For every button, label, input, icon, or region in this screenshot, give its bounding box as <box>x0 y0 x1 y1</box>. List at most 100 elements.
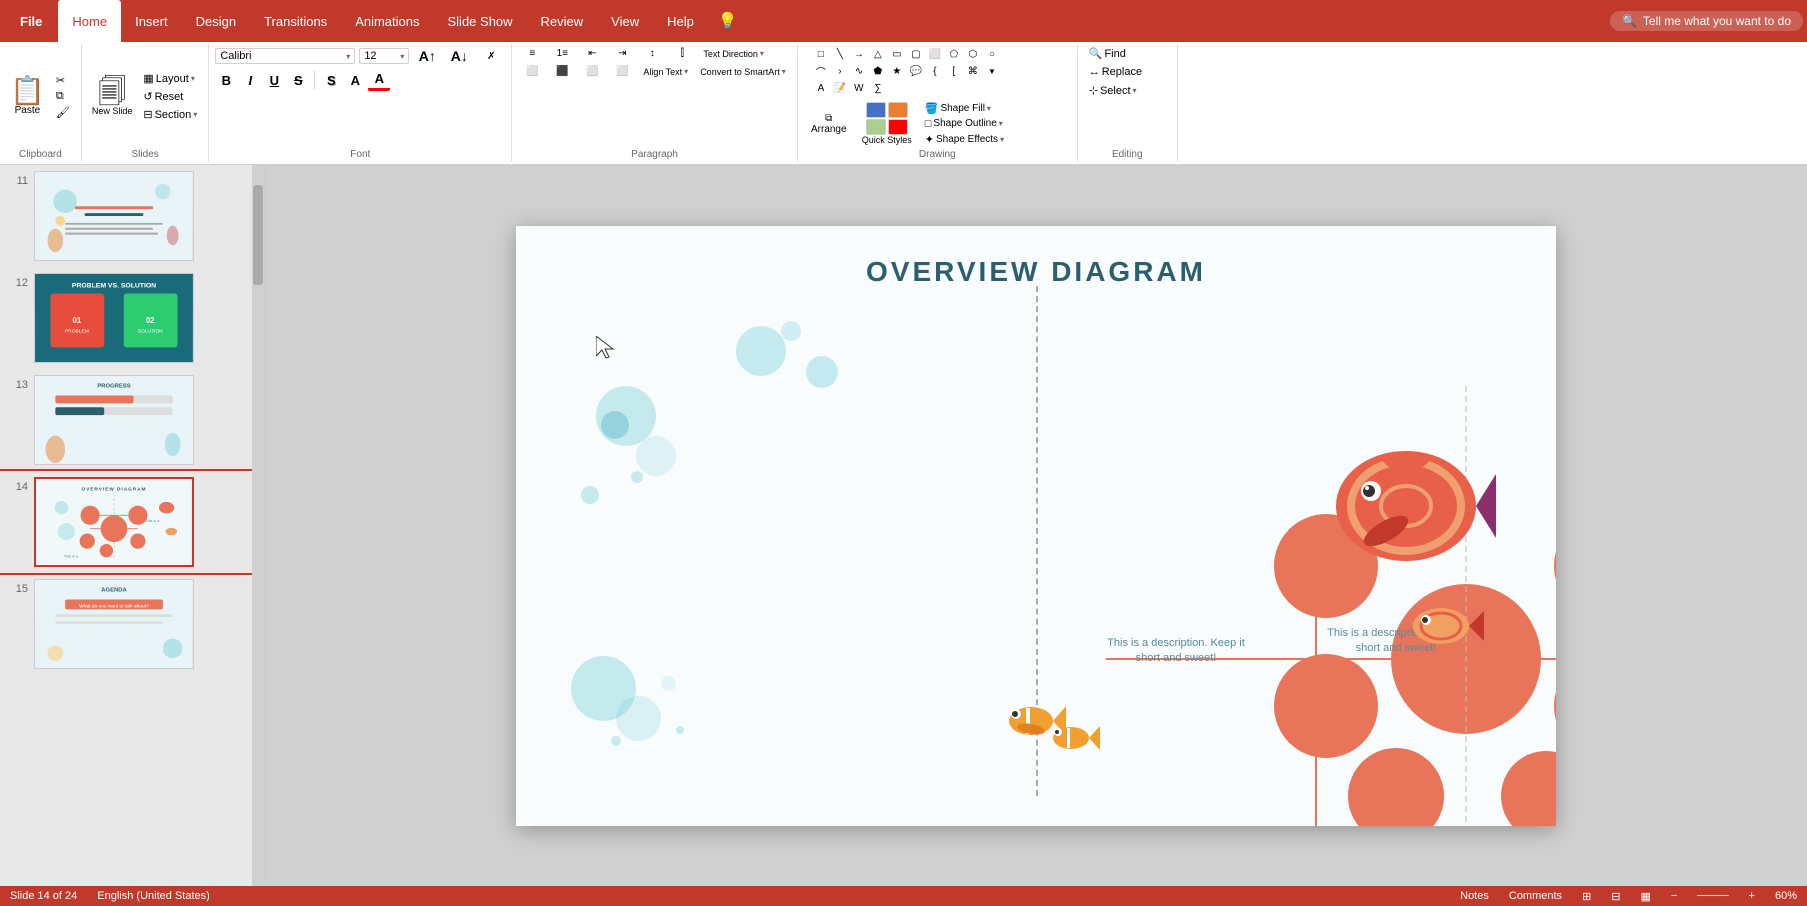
shape-round-rect[interactable]: ▢ <box>907 46 925 62</box>
shape-star5[interactable]: ★ <box>888 63 906 79</box>
tab-transitions[interactable]: Transitions <box>250 0 341 42</box>
view-reading-icon[interactable]: ▦ <box>1641 890 1651 903</box>
notes-button[interactable]: Notes <box>1460 890 1489 902</box>
svg-text:What do you want to talk about: What do you want to talk about? <box>79 603 149 609</box>
tab-file[interactable]: File <box>4 0 58 42</box>
font-size-select[interactable]: 12 ▾ <box>359 48 409 64</box>
shape-line[interactable]: ╲ <box>831 46 849 62</box>
format-painter-button[interactable]: 🖌 <box>51 105 75 120</box>
justify-button[interactable]: ⬜ <box>608 64 636 79</box>
font-size-dropdown: ▾ <box>400 52 404 61</box>
font-size-value: 12 <box>364 50 376 62</box>
line-spacing-button[interactable]: ↕ <box>638 46 666 61</box>
zoom-out-icon[interactable]: − <box>1671 890 1677 902</box>
slide-item-12[interactable]: 12 PROBLEM VS. SOLUTION 01 02 PROBLEM SO… <box>0 267 264 369</box>
text-shadow-button[interactable]: S <box>320 69 342 91</box>
view-slider-icon[interactable]: ⊟ <box>1611 890 1620 903</box>
reset-button[interactable]: ↺ Reset <box>138 89 202 104</box>
text-direction-button[interactable]: Text Direction ▾ <box>698 48 769 60</box>
shape-effects-icon: ✦ <box>925 133 934 146</box>
align-right-button[interactable]: ⬜ <box>578 64 606 79</box>
replace-button[interactable]: ↔ Replace <box>1084 65 1147 79</box>
tell-me-box[interactable]: 🔍 Tell me what you want to do <box>1610 11 1803 31</box>
convert-smartart-button[interactable]: Convert to SmartArt ▾ <box>695 66 791 78</box>
find-button[interactable]: 🔍 Find <box>1084 46 1131 61</box>
bullets-button[interactable]: ≡ <box>518 46 546 61</box>
select-button[interactable]: ⊹ Select ▾ <box>1084 83 1142 98</box>
shape-wordart[interactable]: W <box>850 80 868 96</box>
shape-callout[interactable]: 💬 <box>907 63 925 79</box>
editing-label: Editing <box>1084 147 1171 160</box>
tab-home[interactable]: Home <box>58 0 121 42</box>
decrease-font-button[interactable]: A↓ <box>445 46 473 66</box>
scrollbar-thumb[interactable] <box>253 185 263 285</box>
char-spacing-button[interactable]: A <box>344 69 366 91</box>
shape-chevron[interactable]: › <box>831 63 849 79</box>
tab-slideshow[interactable]: Slide Show <box>434 0 527 42</box>
tab-insert[interactable]: Insert <box>121 0 182 42</box>
shape-misc[interactable]: ⌘ <box>964 63 982 79</box>
shapes-more[interactable]: ▼ <box>983 63 1001 79</box>
shape-rect3[interactable]: ⬜ <box>926 46 944 62</box>
align-center-button[interactable]: ⬛ <box>548 64 576 79</box>
section-button[interactable]: ⊟ Section ▾ <box>138 107 202 122</box>
font-color-button[interactable]: A <box>368 69 390 91</box>
tab-design[interactable]: Design <box>182 0 250 42</box>
tab-help[interactable]: Help <box>653 0 708 42</box>
tab-animations[interactable]: Animations <box>341 0 433 42</box>
columns-button[interactable]: ⫿ <box>668 46 696 61</box>
shape-textbox[interactable]: 📝 <box>831 80 849 96</box>
slide-item-13[interactable]: 13 PROGRESS <box>0 369 264 471</box>
tab-view[interactable]: View <box>597 0 653 42</box>
shape-pentagon[interactable]: ⬠ <box>945 46 963 62</box>
strikethrough-button[interactable]: S <box>287 69 309 91</box>
new-slide-button[interactable]: 🗐 New Slide <box>88 76 137 118</box>
paste-button[interactable]: 📋 Paste <box>6 75 49 118</box>
align-text-button[interactable]: Align Text ▾ <box>638 66 693 78</box>
shape-arrow[interactable]: → <box>850 46 868 62</box>
tab-review[interactable]: Review <box>527 0 598 42</box>
shape-text[interactable]: A <box>812 80 830 96</box>
shape-rect[interactable]: □ <box>812 46 830 62</box>
view-normal-icon[interactable]: ⊞ <box>1582 890 1591 903</box>
shape-rect2[interactable]: ▭ <box>888 46 906 62</box>
align-left-button[interactable]: ⬜ <box>518 64 546 79</box>
shape-triangle[interactable]: △ <box>869 46 887 62</box>
shape-brace[interactable]: { <box>926 63 944 79</box>
numbering-button[interactable]: 1≡ <box>548 46 576 61</box>
font-name-select[interactable]: Calibri ▾ <box>215 48 355 64</box>
shape-bracket[interactable]: [ <box>945 63 963 79</box>
section-dropdown: ▾ <box>193 110 197 119</box>
copy-icon: ⧉ <box>56 90 64 103</box>
slide-item-14[interactable]: 14 OVERVIEW DIAGRAM <box>0 471 264 573</box>
increase-indent-button[interactable]: ⇥ <box>608 46 636 61</box>
shape-oval[interactable]: ○ <box>983 46 1001 62</box>
italic-button[interactable]: I <box>239 69 261 91</box>
shape-hex[interactable]: ⬡ <box>964 46 982 62</box>
zoom-in-icon[interactable]: + <box>1749 890 1755 902</box>
shape-effects-button[interactable]: ✦ Shape Effects ▾ <box>920 132 1009 147</box>
comments-button[interactable]: Comments <box>1509 890 1562 902</box>
search-icon: 🔍 <box>1622 14 1637 28</box>
underline-button[interactable]: U <box>263 69 285 91</box>
shape-block[interactable]: ⬟ <box>869 63 887 79</box>
shape-eq[interactable]: ∑ <box>869 80 887 96</box>
bold-button[interactable]: B <box>215 69 237 91</box>
slide-canvas[interactable]: OVERVIEW DIAGRAM <box>516 226 1556 826</box>
cut-button[interactable]: ✂ <box>51 73 75 88</box>
arrange-button[interactable]: ⧉ Arrange <box>804 111 854 137</box>
slide-item-15[interactable]: 15 AGENDA What do you want to talk about… <box>0 573 264 675</box>
clear-format-button[interactable]: ✗ <box>477 49 505 64</box>
svg-text:01: 01 <box>72 316 81 325</box>
copy-button[interactable]: ⧉ <box>51 89 75 104</box>
quick-styles-button[interactable]: Quick Styles <box>858 100 916 147</box>
shape-arc[interactable]: ⌒ <box>812 63 830 79</box>
decrease-indent-button[interactable]: ⇤ <box>578 46 606 61</box>
increase-font-button[interactable]: A↑ <box>413 46 441 66</box>
shape-fill-button[interactable]: 🪣 Shape Fill ▾ <box>920 101 1009 116</box>
shape-curve[interactable]: ∿ <box>850 63 868 79</box>
zoom-slider[interactable]: ──── <box>1697 890 1728 902</box>
layout-button[interactable]: ▦ Layout ▾ <box>138 71 202 86</box>
shape-outline-button[interactable]: □ Shape Outline ▾ <box>920 117 1009 131</box>
slide-item-11[interactable]: 11 <box>0 165 264 267</box>
